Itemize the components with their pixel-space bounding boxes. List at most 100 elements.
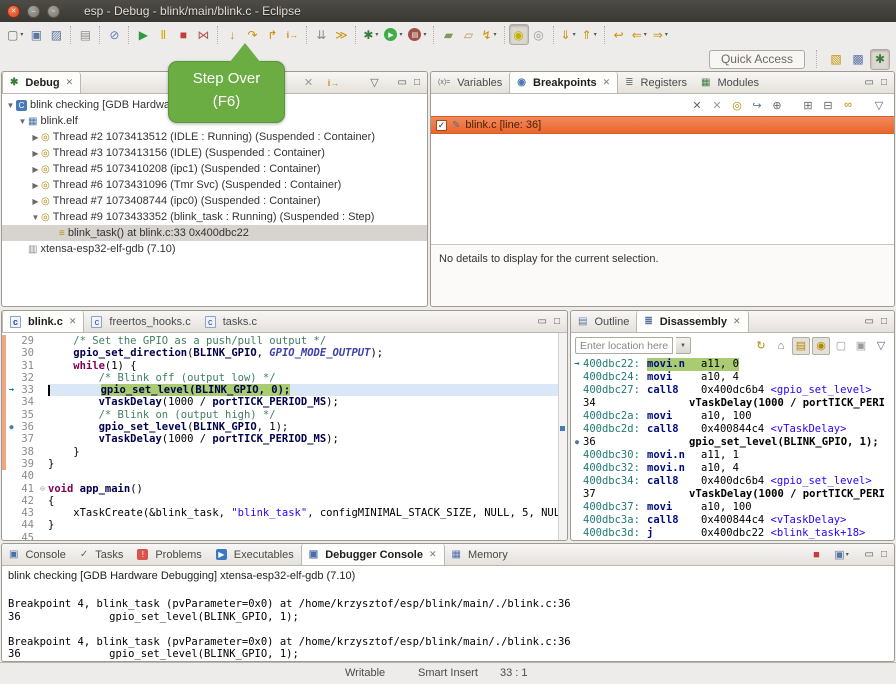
tab-modules[interactable]: ▦Modules [694, 72, 766, 93]
show-supported-breakpoints-icon[interactable]: ◎ [728, 96, 746, 114]
go-to-file-icon[interactable]: ↪ [748, 96, 766, 114]
close-icon[interactable]: ✕ [69, 316, 77, 327]
external-tools-icon[interactable]: ▤▾ [405, 24, 429, 45]
tab-breakpoints[interactable]: ◉Breakpoints✕ [509, 72, 618, 93]
open-folder-icon[interactable]: ▱ [458, 24, 478, 45]
new-wizard-icon[interactable]: ▢▾ [4, 24, 26, 45]
disassembly-line[interactable]: 400dbc37:movia10, 100 [571, 501, 894, 514]
mark-occurrences-icon[interactable]: ◉ [509, 24, 529, 45]
breakpoint-row[interactable]: ✓ ✎ blink.c [line: 36] [431, 116, 894, 134]
minimize-view-icon[interactable]: ▭ [865, 77, 874, 88]
suspend-icon[interactable]: Ⅱ [153, 24, 173, 45]
instruction-stepping-toggle-icon[interactable]: i→ [325, 74, 343, 92]
maximize-button[interactable]: ▫ [47, 5, 60, 18]
expander-icon[interactable]: ▶ [30, 149, 41, 158]
minimize-view-icon[interactable]: ▭ [398, 77, 407, 88]
breakpoint-overview-mark[interactable] [560, 426, 565, 431]
sync-active-context-icon[interactable]: ◉ [812, 337, 830, 355]
maximize-view-icon[interactable]: □ [414, 77, 420, 88]
expander-icon[interactable]: ▼ [5, 101, 16, 110]
tree-row[interactable]: ▥xtensa-esp32-elf-gdb (7.10) [2, 241, 427, 257]
tree-row[interactable]: ▶◎Thread #5 1073410208 (ipc1) (Suspended… [2, 161, 427, 177]
disconnect-icon[interactable]: ⋈ [193, 24, 213, 45]
run-icon[interactable]: ▶▾ [381, 24, 405, 45]
remove-breakpoint-icon[interactable]: ✕ [688, 96, 706, 114]
view-menu-icon[interactable]: ▽ [872, 337, 890, 355]
disassembly-line[interactable]: →400dbc22:movi.na11, 0 [571, 358, 894, 371]
debug-perspective-icon[interactable]: ✱ [870, 49, 890, 70]
maximize-view-icon[interactable]: □ [881, 549, 887, 560]
fold-marker-icon[interactable]: ⊖ [37, 483, 48, 495]
code-line[interactable]: 39} [2, 458, 567, 470]
remove-all-breakpoints-icon[interactable]: ✕ [708, 96, 726, 114]
build-icon[interactable]: ▤ [75, 24, 95, 45]
remove-all-terminated-icon[interactable]: ✕ [300, 74, 318, 92]
tree-row[interactable]: ▶◎Thread #7 1073408744 (ipc0) (Suspended… [2, 193, 427, 209]
forward-icon[interactable]: ⇒▾ [650, 24, 671, 45]
disassembly-line[interactable]: 34vTaskDelay(1000 / portTICK_PERI [571, 397, 894, 410]
tab-memory[interactable]: ▦Memory [445, 544, 515, 565]
code-line[interactable]: 40 [2, 470, 567, 482]
disassembly-line[interactable]: 400dbc27:call80x400dc6b4 <gpio_set_level… [571, 384, 894, 397]
refresh-view-icon[interactable]: ↻ [752, 337, 770, 355]
code-line[interactable]: 29 /* Set the GPIO as a push/pull output… [2, 335, 567, 347]
show-source-icon[interactable]: ▤ [792, 337, 810, 355]
resume-icon[interactable]: ▶ [133, 24, 153, 45]
code-line[interactable]: 34 vTaskDelay(1000 / portTICK_PERIOD_MS)… [2, 396, 567, 408]
open-project-icon[interactable]: ▰ [438, 24, 458, 45]
tree-row[interactable]: ≡blink_task() at blink.c:33 0x400dbc22 [2, 225, 427, 241]
disassembly-line[interactable]: 400dbc3d:j0x400dbc22 <blink_task+18> [571, 527, 894, 540]
tree-row[interactable]: ▶◎Thread #2 1073413512 (IDLE : Running) … [2, 129, 427, 145]
flash-download-icon[interactable]: ↯▾ [478, 24, 499, 45]
instruction-stepping-icon[interactable]: i→ [282, 24, 302, 45]
drop-to-frame-icon[interactable]: ⇊ [311, 24, 331, 45]
display-console-icon[interactable]: ▣▾ [833, 546, 851, 564]
console-output[interactable]: Breakpoint 4, blink_task (pvParameter=0x… [2, 584, 894, 661]
minimize-view-icon[interactable]: ▭ [865, 316, 874, 327]
close-icon[interactable]: ✕ [429, 549, 437, 560]
tab-debugger-console[interactable]: ▣Debugger Console✕ [301, 544, 445, 565]
tree-row[interactable]: ▶◎Thread #6 1073431096 (Tmr Svc) (Suspen… [2, 177, 427, 193]
code-line[interactable]: 30 gpio_set_direction(BLINK_GPIO, GPIO_M… [2, 347, 567, 359]
expander-icon[interactable]: ▶ [30, 165, 41, 174]
tree-row[interactable]: ▶◎Thread #3 1073413156 (IDLE) (Suspended… [2, 145, 427, 161]
expand-all-icon[interactable]: ⊞ [799, 96, 817, 114]
code-line[interactable]: 35 /* Blink on (output high) */ [2, 409, 567, 421]
next-annotation-icon[interactable]: ⇓▾ [558, 24, 579, 45]
terminate-icon[interactable]: ■ [173, 24, 193, 45]
code-line[interactable]: 43 xTaskCreate(&blink_task, "blink_task"… [2, 507, 567, 519]
close-icon[interactable]: ✕ [66, 77, 74, 88]
breakpoint-checkbox[interactable]: ✓ [436, 120, 447, 131]
code-line[interactable]: 41⊖void app_main() [2, 483, 567, 495]
code-line[interactable]: 31 while(1) { [2, 360, 567, 372]
code-line[interactable]: →33 gpio_set_level(BLINK_GPIO, 0); [2, 384, 567, 396]
tab-registers[interactable]: ≣Registers [618, 72, 694, 93]
disassembly-line[interactable]: ●36gpio_set_level(BLINK_GPIO, 1); [571, 436, 894, 449]
breakpoint-marker-icon[interactable]: ● [6, 421, 17, 433]
quick-access-box[interactable]: Quick Access [709, 50, 805, 69]
disassembly-line[interactable]: 400dbc2d:call80x400844c4 <vTaskDelay> [571, 423, 894, 436]
overview-ruler[interactable] [558, 333, 567, 540]
tab-debug[interactable]: ✱Debug✕ [2, 72, 81, 93]
open-perspective-icon[interactable]: ▧ [826, 49, 846, 70]
tab-executables[interactable]: ▶Executables [209, 544, 301, 565]
minimize-view-icon[interactable]: ▭ [865, 549, 874, 560]
save-all-icon[interactable]: ▨ [46, 24, 66, 45]
view-menu-icon[interactable]: ▽ [870, 96, 888, 114]
pin-view-icon[interactable]: ▣ [852, 337, 870, 355]
maximize-view-icon[interactable]: □ [881, 316, 887, 327]
tree-row[interactable]: ▼◎Thread #9 1073433352 (blink_task : Run… [2, 209, 427, 225]
collapse-all-icon[interactable]: ⊟ [819, 96, 837, 114]
disassembly-line[interactable]: 400dbc32:movi.na10, 4 [571, 462, 894, 475]
code-line[interactable]: ●36 gpio_set_level(BLINK_GPIO, 1); [2, 421, 567, 433]
previous-annotation-icon[interactable]: ⇑▾ [579, 24, 600, 45]
tab-console[interactable]: ▣Console [2, 544, 73, 565]
expander-icon[interactable]: ▶ [30, 133, 41, 142]
maximize-view-icon[interactable]: □ [554, 316, 560, 327]
tab-tasks[interactable]: ✓Tasks [73, 544, 131, 565]
tab-problems[interactable]: !Problems [130, 544, 208, 565]
breakpoint-list-empty-area[interactable] [431, 134, 894, 244]
tab-variables[interactable]: (x)=Variables [431, 72, 509, 93]
location-dropdown-icon[interactable]: ▼ [676, 337, 691, 354]
code-line[interactable]: 44} [2, 519, 567, 531]
